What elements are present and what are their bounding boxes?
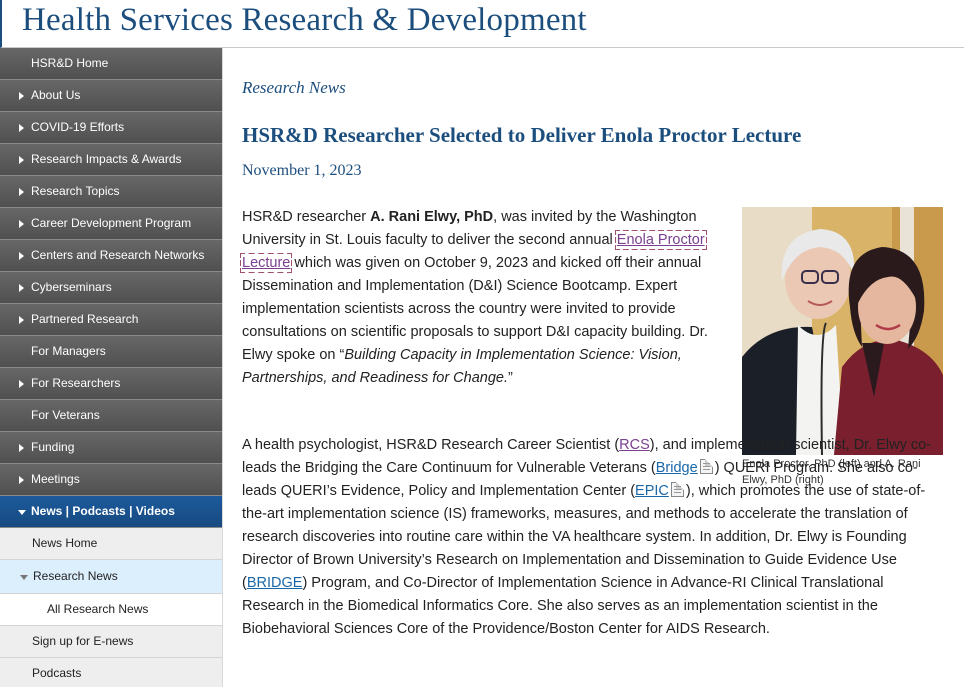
section-label: Research News [242,78,346,97]
sidebar-item-covid-19-efforts[interactable]: COVID-19 Efforts [0,112,222,144]
text-run: A health psychologist, HSR&D Research Ca… [242,437,620,453]
researchers-photo [742,207,943,455]
sidebar-subitem-research-news[interactable]: Research News [0,560,222,594]
sidebar-subitem-label: News Home [32,536,98,550]
sidebar-item-centers[interactable]: Centers and Research Networks [0,240,222,272]
chevron-right-icon [19,476,24,484]
chevron-right-icon [19,188,24,196]
text-run: ) Program, and Co-Director of Implementa… [242,575,884,637]
sidebar-item-meetings[interactable]: Meetings [0,464,222,496]
sidebar-subitem-all-research-news[interactable]: All Research News [0,594,222,626]
sidebar-item-about-us[interactable]: About Us [0,80,222,112]
sidebar-item-label: COVID-19 Efforts [31,120,125,134]
sidebar-item-cyberseminars[interactable]: Cyberseminars [0,272,222,304]
text-run: ” [508,370,513,386]
sidebar-item-label: For Researchers [31,376,121,390]
chevron-down-icon [20,575,28,580]
chevron-right-icon [19,220,24,228]
text-run: HSR&D researcher [242,209,371,225]
sidebar-item-funding[interactable]: Funding [0,432,222,464]
pdf-icon[interactable] [699,459,713,474]
chevron-right-icon [19,444,24,452]
pdf-icon[interactable] [670,482,684,497]
site-banner: Health Services Research & Development [0,0,964,48]
sidebar-item-label: News | Podcasts | Videos [31,504,175,518]
sidebar-item-label: Funding [31,440,75,454]
chevron-right-icon [19,124,24,132]
sidebar-item-career-development[interactable]: Career Development Program [0,208,222,240]
site-title[interactable]: Health Services Research & Development [22,2,587,39]
sidebar-subitem-label: Sign up for E-news [32,634,134,648]
sidebar-subitem-label: Podcasts [32,666,82,680]
photo-illustration [742,207,943,455]
sidebar-subitem-label: Research News [33,569,118,583]
sidebar-subitem-signup-enews[interactable]: Sign up for E-news [0,626,222,658]
sidebar-item-research-topics[interactable]: Research Topics [0,176,222,208]
chevron-down-icon [18,510,26,515]
sidebar-item-for-researchers[interactable]: For Researchers [0,368,222,400]
chevron-right-icon [19,380,24,388]
article-paragraph-1: HSR&D researcher A. Rani Elwy, PhD, was … [240,206,732,390]
sidebar-item-label: Research Topics [31,184,120,198]
bridge-link[interactable]: Bridge [656,460,698,476]
sidebar-item-partnered-research[interactable]: Partnered Research [0,304,222,336]
sidebar-subitem-news-home[interactable]: News Home [0,528,222,560]
sidebar-item-label: Cyberseminars [31,280,112,294]
sidebar-item-news-podcasts-videos[interactable]: News | Podcasts | Videos [0,496,222,528]
sidebar-item-label: Centers and Research Networks [31,248,205,262]
chevron-right-icon [19,92,24,100]
rcs-link[interactable]: RCS [619,437,650,453]
epic-link[interactable]: EPIC [635,483,669,499]
sidebar-item-label: Research Impacts & Awards [31,152,182,166]
sidebar-item-label: Partnered Research [31,312,139,326]
article-date: November 1, 2023 [242,162,362,179]
sidebar-subitem-label: All Research News [47,602,149,616]
sidebar-item-label: Meetings [31,472,80,486]
main-content: Research News HSR&D Researcher Selected … [222,48,964,687]
sidebar-item-label: HSR&D Home [31,56,109,70]
chevron-right-icon [19,156,24,164]
sidebar-item-label: Career Development Program [31,216,192,230]
sidebar-item-hsrd-home[interactable]: HSR&D Home [0,48,222,80]
page-title: HSR&D Researcher Selected to Deliver Eno… [242,123,802,147]
sidebar-nav: HSR&D Home About Us COVID-19 Efforts Res… [0,48,222,687]
sidebar-item-label: About Us [31,88,81,102]
chevron-right-icon [19,284,24,292]
sidebar-item-research-impacts[interactable]: Research Impacts & Awards [0,144,222,176]
sidebar-subitem-podcasts[interactable]: Podcasts [0,658,222,687]
sidebar-item-label: For Managers [31,344,106,358]
sidebar-item-for-veterans[interactable]: For Veterans [0,400,222,432]
chevron-right-icon [19,252,24,260]
researcher-name: A. Rani Elwy, PhD [370,209,494,225]
article-paragraph-2: A health psychologist, HSR&D Research Ca… [242,434,942,641]
sidebar-item-for-managers[interactable]: For Managers [0,336,222,368]
chevron-right-icon [19,316,24,324]
bridge-program-link[interactable]: BRIDGE [247,575,303,591]
sidebar-item-label: For Veterans [31,408,100,422]
